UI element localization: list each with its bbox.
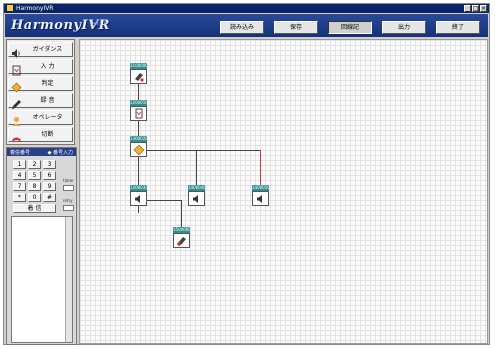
palette-item-operator[interactable]: オペレータ (8, 110, 73, 126)
flow-node-guidance[interactable]: 1400030 (130, 185, 147, 206)
flow-node-judge[interactable]: 1300020 (130, 136, 147, 157)
key-0[interactable]: 0 (28, 193, 41, 202)
palette-label: 録 音 (40, 97, 55, 104)
palette-item-record[interactable]: 録 音 (8, 93, 73, 110)
output-button[interactable]: 出力 (382, 21, 426, 34)
connector-red (260, 150, 261, 185)
key-1[interactable]: 1 (13, 160, 26, 169)
key-star[interactable]: * (13, 193, 26, 202)
connector (196, 150, 197, 185)
speaker-icon (257, 195, 262, 203)
key-3[interactable]: 3 (43, 160, 56, 169)
exit-button[interactable]: 終了 (436, 21, 480, 34)
component-palette: ガイダンス 入 力 判定 録 音 オペレータ 切断 (6, 39, 75, 145)
flow-node-start[interactable]: 1100000 (130, 63, 147, 84)
retry-label: retry (63, 198, 73, 203)
key-5[interactable]: 5 (28, 171, 41, 180)
flow-node-guidance[interactable]: 1400040 (188, 185, 205, 206)
hangup-icon (11, 129, 22, 142)
diamond-judge-icon (11, 78, 22, 93)
connector (138, 121, 139, 136)
connector (138, 84, 139, 100)
call-button[interactable]: 着 信 (13, 204, 56, 213)
keypad-panel: 着信番号 ◆ 番号入力 1 2 3 4 5 6 7 8 9 * 0 # 着 信 … (6, 147, 77, 345)
line-button[interactable]: 回線記 (328, 21, 372, 34)
keypad-input-icon (135, 108, 143, 119)
palette-label: 切断 (41, 131, 54, 138)
palette-item-hangup[interactable]: 切断 (8, 127, 73, 142)
microphone-icon (11, 95, 22, 110)
flow-node-input[interactable]: 1200010 (130, 100, 147, 121)
connector (146, 150, 261, 151)
connector (138, 206, 139, 213)
log-list[interactable] (11, 216, 73, 343)
connector (138, 157, 139, 185)
retry-field[interactable] (63, 205, 74, 211)
palette-label: 判定 (41, 80, 54, 87)
speaker-icon (11, 44, 22, 58)
palette-item-judge[interactable]: 判定 (8, 76, 73, 93)
flow-canvas[interactable]: 1100000 1200010 1300020 1400030 1400040 … (79, 39, 488, 344)
key-8[interactable]: 8 (28, 182, 41, 191)
timer-field[interactable] (63, 185, 74, 191)
app-icon (7, 5, 13, 11)
connector (181, 200, 182, 227)
title-bar: HarmonyIVR _ □ × (4, 4, 489, 13)
operator-icon (11, 112, 22, 126)
speaker-icon (135, 195, 140, 203)
speaker-icon (193, 195, 198, 203)
maximize-button[interactable]: □ (472, 5, 479, 12)
keypad-mode: ◆ 番号入力 (47, 150, 73, 156)
palette-item-guidance[interactable]: ガイダンス (8, 42, 73, 58)
close-button[interactable]: × (480, 5, 487, 12)
palette-item-input[interactable]: 入 力 (8, 59, 73, 76)
phone-icon (135, 73, 144, 82)
minimize-button[interactable]: _ (464, 5, 471, 12)
palette-label: オペレータ (32, 114, 63, 121)
flow-node-hangup[interactable]: 1500060 (173, 227, 190, 248)
load-button[interactable]: 読み込み (220, 21, 264, 34)
app-window: HarmonyIVR _ □ × HarmonyIVR ver1.0 読み込み … (3, 3, 490, 345)
key-4[interactable]: 4 (13, 171, 26, 180)
key-6[interactable]: 6 (43, 171, 56, 180)
keypad-title: 着信番号 (10, 150, 31, 156)
app-header: HarmonyIVR ver1.0 読み込み 保存 回線記 出力 終了 (5, 14, 488, 37)
hangup-icon (177, 237, 186, 246)
save-button[interactable]: 保存 (274, 21, 318, 34)
palette-label: ガイダンス (32, 46, 63, 53)
key-9[interactable]: 9 (43, 182, 56, 191)
palette-label: 入 力 (40, 63, 55, 70)
diamond-judge-icon (133, 144, 145, 156)
keypad-header: 着信番号 ◆ 番号入力 (7, 148, 76, 156)
log-scrollbar[interactable] (65, 217, 72, 342)
window-title: HarmonyIVR (16, 5, 54, 12)
version-label: ver1.0 (91, 21, 108, 27)
keypad-input-icon (11, 61, 22, 76)
key-7[interactable]: 7 (13, 182, 26, 191)
timer-label: timer (63, 178, 74, 183)
flow-node-guidance[interactable]: 1400050 (252, 185, 269, 206)
key-2[interactable]: 2 (28, 160, 41, 169)
key-hash[interactable]: # (43, 193, 56, 202)
